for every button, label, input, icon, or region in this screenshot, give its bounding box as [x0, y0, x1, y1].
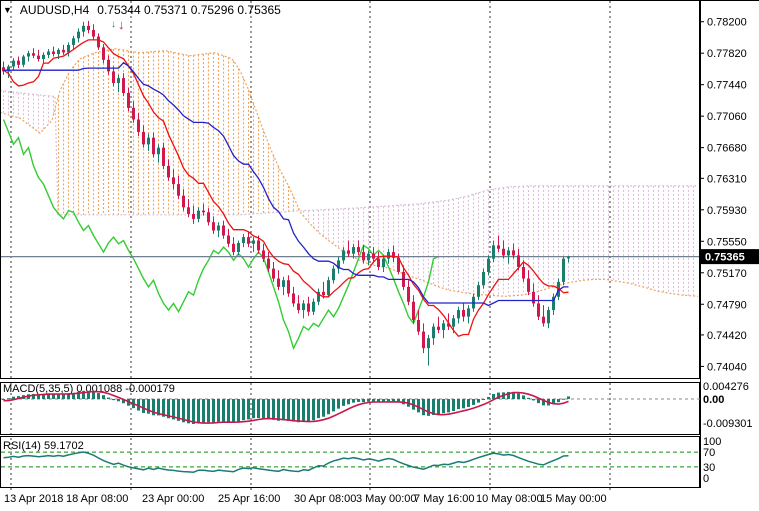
price-tick-label: 0.74040	[707, 361, 747, 373]
price-tick-label: 0.76310	[707, 173, 747, 185]
time-axis-label: 18 Apr 08:00	[66, 493, 128, 505]
chart-symbol-label: AUDUSD,H4	[20, 3, 89, 17]
price-tick-label: 0.76680	[707, 143, 747, 155]
price-tick-label: 0.77820	[707, 48, 747, 60]
time-axis-label: 23 Apr 00:00	[142, 493, 204, 505]
rsi-label: RSI(14) 59.1702	[3, 440, 84, 452]
marker-arrow-teal-icon: ↓	[111, 19, 116, 30]
time-axis-label: 7 May 16:00	[414, 493, 475, 505]
chart-title-bar: ▼ AUDUSD,H4 0.75344 0.75371 0.75296 0.75…	[3, 3, 281, 17]
price-tick-label: 0.78200	[707, 17, 747, 29]
price-tick-label: 0.75550	[707, 236, 747, 248]
symbol-marker-icon: ▼	[3, 5, 12, 15]
time-axis-label: 15 May 00:00	[540, 493, 607, 505]
time-axis-label: 10 May 08:00	[476, 493, 543, 505]
rsi-axis-label: 70	[703, 447, 715, 459]
candles-layer	[2, 21, 570, 366]
macd-histogram	[2, 391, 570, 424]
time-axis-label: 3 May 00:00	[356, 493, 417, 505]
chart-window: MACD(5,35,5) 0.001088 -0.000179RSI(14) 5…	[0, 0, 759, 511]
price-tick-label: 0.75170	[707, 268, 747, 280]
rsi-axis-label: 0	[703, 473, 709, 485]
price-tick-label: 0.75930	[707, 205, 747, 217]
senkou-span-b-line	[0, 91, 698, 215]
time-axis-label: 13 Apr 2018	[4, 493, 63, 505]
macd-axis-label: 0.00	[703, 394, 724, 406]
time-axis-label: 30 Apr 08:00	[294, 493, 356, 505]
price-tick-label: 0.74790	[707, 299, 747, 311]
pane-border-0	[1, 1, 700, 379]
time-axis-label: 25 Apr 16:00	[218, 493, 280, 505]
price-tick-label: 0.77060	[707, 111, 747, 123]
ichimoku-cloud	[0, 49, 698, 297]
macd-axis-label: -0.009301	[703, 418, 753, 430]
current-price-value: 0.75365	[705, 252, 745, 264]
price-tick-label: 0.77440	[707, 80, 747, 92]
chart-ohlc-values: 0.75344 0.75371 0.75296 0.75365	[97, 3, 281, 17]
forex-chart-canvas[interactable]: MACD(5,35,5) 0.001088 -0.000179RSI(14) 5…	[0, 0, 759, 511]
rsi-line	[4, 452, 569, 472]
macd-axis-label: 0.004276	[703, 381, 749, 393]
price-tick-label: 0.74420	[707, 330, 747, 342]
marker-arrow-red-icon: ↓	[118, 17, 125, 32]
